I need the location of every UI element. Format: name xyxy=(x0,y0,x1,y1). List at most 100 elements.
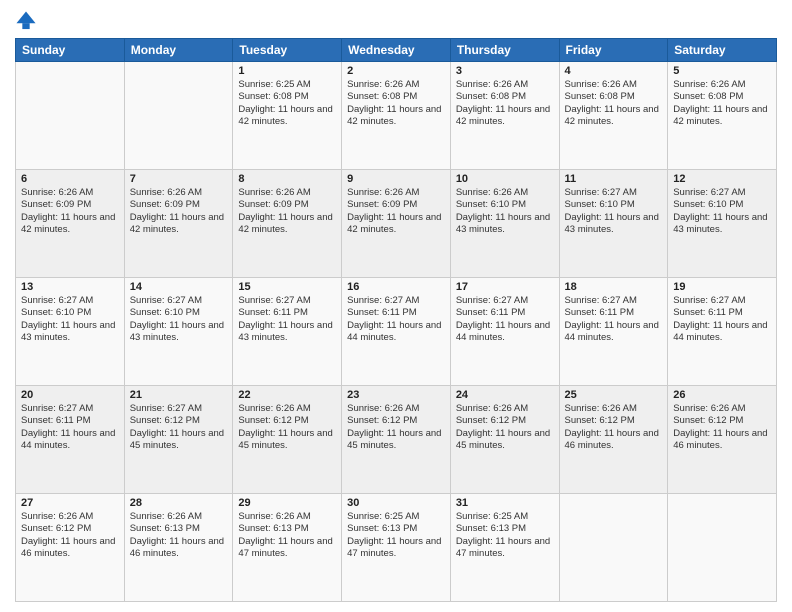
calendar-cell xyxy=(668,494,777,602)
weekday-thursday: Thursday xyxy=(450,39,559,62)
calendar-cell: 7 Sunrise: 6:26 AM Sunset: 6:09 PM Daylig… xyxy=(124,170,233,278)
calendar-cell: 26 Sunrise: 6:26 AM Sunset: 6:12 PM Dayli… xyxy=(668,386,777,494)
calendar-cell: 9 Sunrise: 6:26 AM Sunset: 6:09 PM Daylig… xyxy=(342,170,451,278)
day-number: 6 xyxy=(21,173,119,185)
day-number: 15 xyxy=(238,281,336,293)
calendar-cell: 2 Sunrise: 6:26 AM Sunset: 6:08 PM Daylig… xyxy=(342,62,451,170)
calendar-cell xyxy=(124,62,233,170)
calendar-cell: 5 Sunrise: 6:26 AM Sunset: 6:08 PM Daylig… xyxy=(668,62,777,170)
weekday-friday: Friday xyxy=(559,39,668,62)
day-info: Sunrise: 6:26 AM Sunset: 6:13 PM Dayligh… xyxy=(238,511,336,560)
day-number: 11 xyxy=(565,173,663,185)
calendar-cell: 20 Sunrise: 6:27 AM Sunset: 6:11 PM Dayli… xyxy=(16,386,125,494)
week-row-3: 13 Sunrise: 6:27 AM Sunset: 6:10 PM Dayli… xyxy=(16,278,777,386)
day-number: 29 xyxy=(238,497,336,509)
calendar-table: SundayMondayTuesdayWednesdayThursdayFrid… xyxy=(15,38,777,602)
day-info: Sunrise: 6:25 AM Sunset: 6:08 PM Dayligh… xyxy=(238,79,336,128)
day-number: 23 xyxy=(347,389,445,401)
day-info: Sunrise: 6:26 AM Sunset: 6:09 PM Dayligh… xyxy=(130,187,228,236)
calendar-cell: 8 Sunrise: 6:26 AM Sunset: 6:09 PM Daylig… xyxy=(233,170,342,278)
weekday-header-row: SundayMondayTuesdayWednesdayThursdayFrid… xyxy=(16,39,777,62)
logo xyxy=(15,10,41,32)
day-number: 20 xyxy=(21,389,119,401)
calendar-cell: 4Sunrise: 6:26 AM Sunset: 6:08 PM Daylig… xyxy=(559,62,668,170)
calendar-cell: 6 Sunrise: 6:26 AM Sunset: 6:09 PM Daylig… xyxy=(16,170,125,278)
day-number: 3 xyxy=(456,65,554,77)
day-number: 18 xyxy=(565,281,663,293)
day-info: Sunrise: 6:27 AM Sunset: 6:11 PM Dayligh… xyxy=(456,295,554,344)
week-row-5: 27 Sunrise: 6:26 AM Sunset: 6:12 PM Dayli… xyxy=(16,494,777,602)
day-info: Sunrise: 6:25 AM Sunset: 6:13 PM Dayligh… xyxy=(456,511,554,560)
day-number: 5 xyxy=(673,65,771,77)
day-info: Sunrise: 6:27 AM Sunset: 6:10 PM Dayligh… xyxy=(673,187,771,236)
day-info: Sunrise: 6:27 AM Sunset: 6:10 PM Dayligh… xyxy=(130,295,228,344)
day-number: 16 xyxy=(347,281,445,293)
weekday-tuesday: Tuesday xyxy=(233,39,342,62)
header xyxy=(15,10,777,32)
week-row-1: 1 Sunrise: 6:25 AM Sunset: 6:08 PM Daylig… xyxy=(16,62,777,170)
page: SundayMondayTuesdayWednesdayThursdayFrid… xyxy=(0,0,792,612)
day-info: Sunrise: 6:27 AM Sunset: 6:11 PM Dayligh… xyxy=(347,295,445,344)
calendar-cell: 15 Sunrise: 6:27 AM Sunset: 6:11 PM Dayli… xyxy=(233,278,342,386)
day-number: 27 xyxy=(21,497,119,509)
day-info: Sunrise: 6:27 AM Sunset: 6:10 PM Dayligh… xyxy=(21,295,119,344)
day-info: Sunrise: 6:27 AM Sunset: 6:11 PM Dayligh… xyxy=(21,403,119,452)
day-number: 28 xyxy=(130,497,228,509)
day-number: 2 xyxy=(347,65,445,77)
calendar-cell: 29 Sunrise: 6:26 AM Sunset: 6:13 PM Dayli… xyxy=(233,494,342,602)
day-info: Sunrise: 6:26 AM Sunset: 6:12 PM Dayligh… xyxy=(673,403,771,452)
day-info: Sunrise: 6:27 AM Sunset: 6:11 PM Dayligh… xyxy=(673,295,771,344)
calendar-cell: 14 Sunrise: 6:27 AM Sunset: 6:10 PM Dayli… xyxy=(124,278,233,386)
day-number: 8 xyxy=(238,173,336,185)
day-info: Sunrise: 6:26 AM Sunset: 6:08 PM Dayligh… xyxy=(456,79,554,128)
day-number: 21 xyxy=(130,389,228,401)
calendar-cell: 17 Sunrise: 6:27 AM Sunset: 6:11 PM Dayli… xyxy=(450,278,559,386)
calendar-cell: 11Sunrise: 6:27 AM Sunset: 6:10 PM Dayli… xyxy=(559,170,668,278)
calendar-cell: 18 Sunrise: 6:27 AM Sunset: 6:11 PM Dayli… xyxy=(559,278,668,386)
day-number: 9 xyxy=(347,173,445,185)
day-number: 17 xyxy=(456,281,554,293)
calendar-cell: 10Sunrise: 6:26 AM Sunset: 6:10 PM Dayli… xyxy=(450,170,559,278)
calendar-cell: 3 Sunrise: 6:26 AM Sunset: 6:08 PM Daylig… xyxy=(450,62,559,170)
day-info: Sunrise: 6:26 AM Sunset: 6:12 PM Dayligh… xyxy=(456,403,554,452)
calendar-cell: 25 Sunrise: 6:26 AM Sunset: 6:12 PM Dayli… xyxy=(559,386,668,494)
weekday-monday: Monday xyxy=(124,39,233,62)
day-info: Sunrise: 6:26 AM Sunset: 6:09 PM Dayligh… xyxy=(21,187,119,236)
day-number: 26 xyxy=(673,389,771,401)
week-row-4: 20 Sunrise: 6:27 AM Sunset: 6:11 PM Dayli… xyxy=(16,386,777,494)
calendar-cell xyxy=(16,62,125,170)
day-info: Sunrise: 6:26 AM Sunset: 6:08 PM Dayligh… xyxy=(347,79,445,128)
day-info: Sunrise: 6:26 AM Sunset: 6:12 PM Dayligh… xyxy=(347,403,445,452)
day-info: Sunrise: 6:26 AM Sunset: 6:12 PM Dayligh… xyxy=(238,403,336,452)
day-info: Sunrise: 6:26 AM Sunset: 6:12 PM Dayligh… xyxy=(565,403,663,452)
day-info: Sunrise: 6:26 AM Sunset: 6:13 PM Dayligh… xyxy=(130,511,228,560)
day-number: 14 xyxy=(130,281,228,293)
calendar-cell: 21Sunrise: 6:27 AM Sunset: 6:12 PM Dayli… xyxy=(124,386,233,494)
day-number: 31 xyxy=(456,497,554,509)
day-number: 22 xyxy=(238,389,336,401)
calendar-cell: 22 Sunrise: 6:26 AM Sunset: 6:12 PM Dayli… xyxy=(233,386,342,494)
day-info: Sunrise: 6:26 AM Sunset: 6:12 PM Dayligh… xyxy=(21,511,119,560)
day-number: 25 xyxy=(565,389,663,401)
day-number: 13 xyxy=(21,281,119,293)
day-number: 1 xyxy=(238,65,336,77)
day-info: Sunrise: 6:27 AM Sunset: 6:11 PM Dayligh… xyxy=(565,295,663,344)
day-info: Sunrise: 6:26 AM Sunset: 6:09 PM Dayligh… xyxy=(238,187,336,236)
calendar-cell: 30Sunrise: 6:25 AM Sunset: 6:13 PM Dayli… xyxy=(342,494,451,602)
day-info: Sunrise: 6:27 AM Sunset: 6:11 PM Dayligh… xyxy=(238,295,336,344)
weekday-saturday: Saturday xyxy=(668,39,777,62)
calendar-cell: 16 Sunrise: 6:27 AM Sunset: 6:11 PM Dayli… xyxy=(342,278,451,386)
calendar-cell xyxy=(559,494,668,602)
calendar-cell: 27 Sunrise: 6:26 AM Sunset: 6:12 PM Dayli… xyxy=(16,494,125,602)
week-row-2: 6 Sunrise: 6:26 AM Sunset: 6:09 PM Daylig… xyxy=(16,170,777,278)
day-number: 4 xyxy=(565,65,663,77)
calendar-cell: 31 Sunrise: 6:25 AM Sunset: 6:13 PM Dayli… xyxy=(450,494,559,602)
day-number: 24 xyxy=(456,389,554,401)
calendar-cell: 13 Sunrise: 6:27 AM Sunset: 6:10 PM Dayli… xyxy=(16,278,125,386)
logo-icon xyxy=(15,10,37,32)
day-number: 12 xyxy=(673,173,771,185)
day-number: 7 xyxy=(130,173,228,185)
day-info: Sunrise: 6:26 AM Sunset: 6:09 PM Dayligh… xyxy=(347,187,445,236)
day-info: Sunrise: 6:26 AM Sunset: 6:08 PM Dayligh… xyxy=(673,79,771,128)
day-info: Sunrise: 6:26 AM Sunset: 6:10 PM Dayligh… xyxy=(456,187,554,236)
